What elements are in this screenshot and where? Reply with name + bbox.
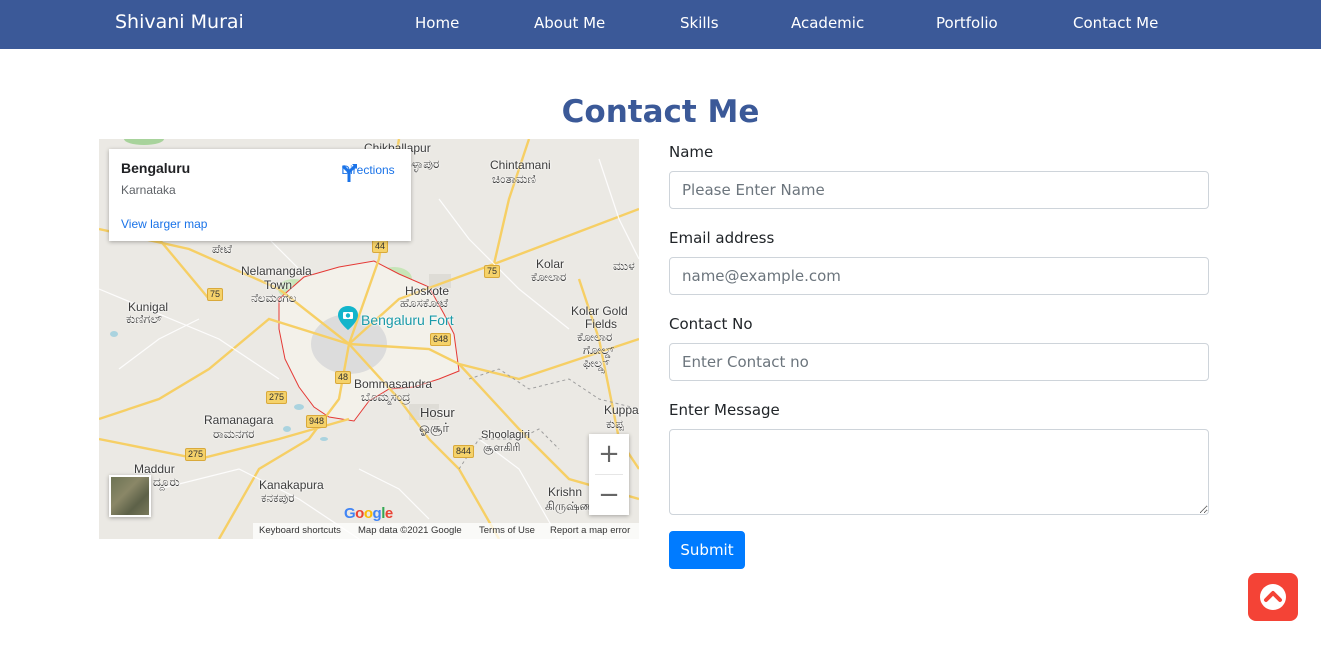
map-label-kanakapura-kn: ಕನಕಪುರ bbox=[261, 491, 295, 505]
map-label-kuppam: Kuppa bbox=[604, 403, 639, 417]
map-label-kgf-kn3: ಫೀಲ್ಡ್ಸ್ bbox=[583, 356, 610, 370]
message-textarea[interactable] bbox=[669, 429, 1209, 515]
place-region: Karnataka bbox=[121, 183, 176, 197]
highway-shield: 44 bbox=[372, 240, 389, 253]
map-attribution: Keyboard shortcuts Map data ©2021 Google… bbox=[253, 523, 639, 539]
scroll-to-top-button[interactable] bbox=[1248, 573, 1298, 621]
highway-shield: 48 bbox=[335, 371, 352, 384]
nav-link-academic[interactable]: Academic bbox=[791, 14, 864, 32]
name-label: Name bbox=[669, 143, 714, 161]
map-label-kuppam-kn: ಕುಪ್ಪ bbox=[606, 417, 624, 431]
highway-shield: 648 bbox=[430, 333, 452, 346]
nav-link-contact[interactable]: Contact Me bbox=[1073, 14, 1158, 32]
navbar: Shivani Murai Home About Me Skills Acade… bbox=[0, 0, 1321, 49]
message-label: Enter Message bbox=[669, 401, 780, 419]
map-label-kunigal-kn: ಕುಣಿಗಲ್ bbox=[126, 312, 162, 326]
map-label-peti: ಪೇಟೆ bbox=[212, 242, 232, 256]
map-label-shoolagiri: Shoolagiri bbox=[481, 429, 530, 441]
highway-shield: 75 bbox=[207, 288, 224, 301]
map-label-hosur-ta: ஓசூர் bbox=[419, 420, 450, 435]
brand-name[interactable]: Shivani Murai bbox=[115, 11, 244, 33]
map-label-maddur-kn: ದ್ದೂರು bbox=[153, 475, 180, 489]
view-larger-map-link[interactable]: View larger map bbox=[121, 217, 207, 231]
map-label-kgf2: Fields bbox=[585, 317, 618, 331]
map-label-chintamani-kn: ಚಿಂತಾಮಣಿ bbox=[492, 172, 536, 186]
map-zoom-control: + − bbox=[589, 434, 629, 515]
directions-button[interactable]: Directions bbox=[338, 161, 398, 182]
map-embed[interactable]: Chikballapur ಚಿಕ್ಕಬಳ್ಳಾಪುರ Chintamani ಚಿ… bbox=[99, 139, 639, 539]
contact-input[interactable] bbox=[669, 343, 1209, 381]
map-label-nelamangala-kn: ನೆಲಮಂಗಲ bbox=[251, 291, 297, 305]
map-pin-icon[interactable] bbox=[337, 305, 359, 331]
report-map-error-link[interactable]: Report a map error bbox=[550, 523, 630, 539]
highway-shield: 948 bbox=[306, 415, 328, 428]
map-label-shoolagiri-ta: சூளகிரி bbox=[483, 442, 521, 454]
terms-of-use-link[interactable]: Terms of Use bbox=[479, 523, 535, 539]
satellite-toggle[interactable] bbox=[109, 475, 151, 517]
nav-link-home[interactable]: Home bbox=[415, 14, 459, 32]
zoom-in-button[interactable]: + bbox=[589, 434, 629, 474]
place-name: Bengaluru bbox=[121, 160, 191, 176]
contact-label: Contact No bbox=[669, 315, 753, 333]
map-label-hosur: Hosur bbox=[420, 405, 455, 420]
nav-link-about[interactable]: About Me bbox=[534, 14, 605, 32]
map-label-kolar-kn: ಕೋಲಾರ bbox=[531, 270, 567, 284]
map-label-bommasandra: Bommasandra bbox=[354, 377, 433, 391]
map-label-ramanagara-kn: ರಾಮನಗರ bbox=[213, 427, 255, 441]
map-label-kanakapura: Kanakapura bbox=[259, 478, 324, 492]
map-label-nelamangala: Nelamangala bbox=[241, 264, 312, 278]
map-label-chintamani: Chintamani bbox=[490, 158, 551, 172]
map-label-nelamangala-town: Town bbox=[264, 278, 293, 292]
directions-icon bbox=[341, 164, 357, 182]
highway-shield: 275 bbox=[185, 448, 207, 461]
chevron-up-icon bbox=[1260, 584, 1286, 610]
map-label-maddur: Maddur bbox=[134, 462, 175, 476]
map-info-card: Bengaluru Karnataka View larger map Dire… bbox=[109, 149, 411, 241]
name-input[interactable] bbox=[669, 171, 1209, 209]
map-label-krishnagiri: Krishn bbox=[548, 485, 583, 499]
map-label-mu: ಮುಳ bbox=[613, 259, 635, 273]
highway-shield: 844 bbox=[453, 445, 475, 458]
map-label-kolar: Kolar bbox=[536, 257, 565, 271]
map-label-kgf: Kolar Gold bbox=[571, 304, 628, 318]
google-logo: Google bbox=[344, 505, 393, 522]
highway-shield: 275 bbox=[266, 391, 288, 404]
nav-link-portfolio[interactable]: Portfolio bbox=[936, 14, 998, 32]
zoom-out-button[interactable]: − bbox=[589, 475, 629, 515]
keyboard-shortcuts-link[interactable]: Keyboard shortcuts bbox=[259, 523, 341, 539]
page-title: Contact Me bbox=[561, 94, 760, 130]
nav-link-skills[interactable]: Skills bbox=[680, 14, 719, 32]
submit-button[interactable]: Submit bbox=[669, 531, 745, 569]
map-label-bommasandra-kn: ಬೊಮ್ಮಸಂದ್ರ bbox=[361, 390, 411, 404]
map-label-ramanagara: Ramanagara bbox=[204, 413, 274, 427]
email-input[interactable] bbox=[669, 257, 1209, 295]
highway-shield: 75 bbox=[484, 265, 501, 278]
map-data-text: Map data ©2021 Google bbox=[358, 525, 462, 536]
map-label-bengaluru-fort: Bengaluru Fort bbox=[361, 312, 454, 328]
email-label: Email address bbox=[669, 229, 775, 247]
map-label-hoskote-kn: ಹೊಸಕೋಟೆ bbox=[400, 296, 449, 310]
map-label-krishnagiri-ta: கிருஷ்ண bbox=[545, 499, 595, 513]
